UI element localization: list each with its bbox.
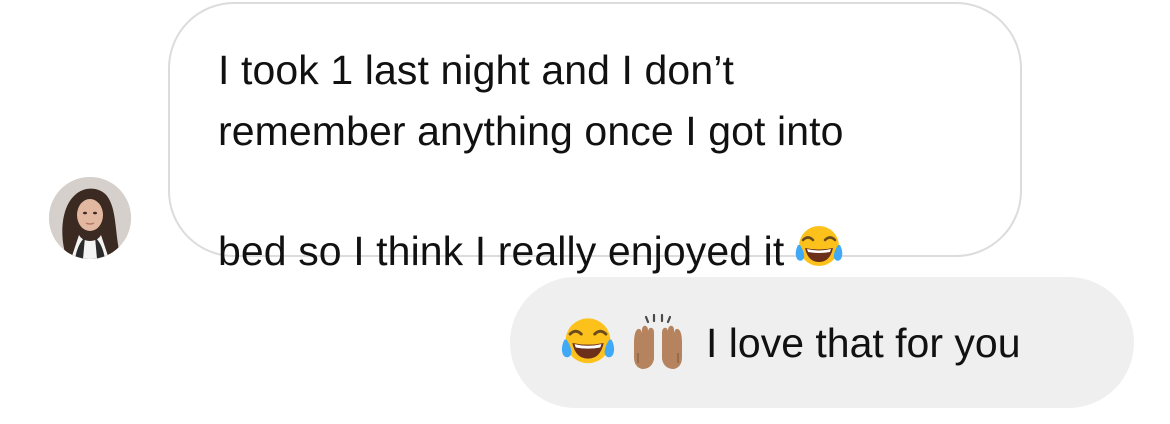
avatar-photo	[49, 177, 131, 259]
raising-hands-icon	[628, 313, 688, 373]
incoming-message-bubble[interactable]: I took 1 last night and I don’t remember…	[168, 2, 1022, 274]
incoming-message-text: I took 1 last night and I don’t remember…	[218, 47, 844, 274]
outgoing-message-text: I love that for you	[706, 319, 1021, 366]
face-with-tears-of-joy-icon	[794, 162, 844, 266]
outgoing-emojis	[560, 313, 688, 373]
outgoing-message-bubble[interactable]: I love that for you	[510, 277, 1134, 408]
avatar[interactable]	[49, 177, 131, 259]
face-with-tears-of-joy-icon	[560, 315, 616, 371]
